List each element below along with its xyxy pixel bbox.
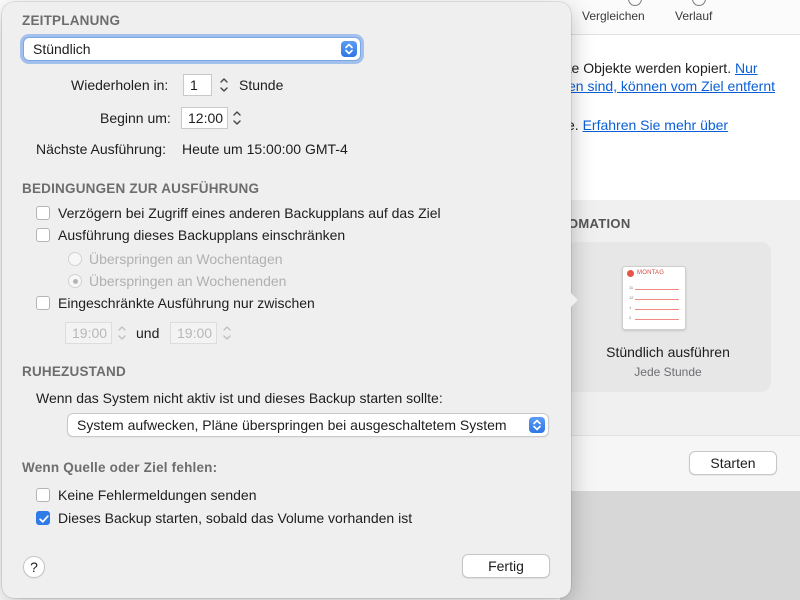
sleep-section-title: RUHEZUSTAND: [22, 364, 126, 379]
sleep-question: Wenn das System nicht aktiv ist und dies…: [36, 390, 443, 406]
from-time-stepper[interactable]: [115, 322, 128, 344]
next-run-value: Heute um 15:00:00 GMT-4: [182, 141, 348, 157]
conditions-section-title: BEDINGUNGEN ZUR AUSFÜHRUNG: [22, 181, 260, 196]
schedule-card-title: Stündlich ausführen: [606, 344, 730, 360]
toolbar-divider: [560, 34, 800, 35]
automation-section-title: OMATION: [568, 216, 631, 231]
history-tab[interactable]: Verlauf: [672, 0, 732, 34]
calendar-day-label: MONTAG: [637, 270, 665, 276]
skip-weekends-radio[interactable]: [68, 274, 82, 288]
delay-label: Verzögern bei Zugriff eines anderen Back…: [58, 205, 441, 221]
background-toolbar: Vergleichen Verlauf: [560, 0, 800, 34]
compare-tab-label: Vergleichen: [582, 9, 645, 23]
limited-checkbox[interactable]: [36, 296, 50, 310]
start-time-label: Beginn um:: [100, 110, 171, 126]
start-time-input[interactable]: 12:00: [181, 107, 228, 129]
help-button[interactable]: ?: [23, 556, 45, 578]
history-tab-icon: [692, 0, 706, 6]
delay-checkbox[interactable]: [36, 206, 50, 220]
schedule-card-subtitle: Jede Stunde: [634, 365, 702, 379]
skip-weekdays-radio[interactable]: [68, 252, 82, 266]
repeat-stepper[interactable]: [217, 74, 230, 96]
frequency-select[interactable]: Stündlich: [23, 37, 361, 61]
no-errors-checkbox[interactable]: [36, 488, 50, 502]
description-link-2[interactable]: en sind, können vom Ziel entfernt: [568, 78, 775, 94]
compare-tab-icon: [628, 0, 642, 6]
start-on-volume-label: Dieses Backup starten, sobald das Volume…: [58, 510, 413, 526]
background-bottom-area: [560, 491, 800, 600]
start-on-volume-checkbox[interactable]: [36, 511, 50, 525]
description-link-1[interactable]: Nur: [735, 60, 758, 76]
skip-weekends-label: Überspringen an Wochenenden: [89, 273, 287, 289]
sleep-option-select[interactable]: System aufwecken, Pläne überspringen bei…: [67, 413, 549, 437]
to-time-stepper[interactable]: [220, 322, 233, 344]
history-tab-label: Verlauf: [675, 9, 713, 23]
restrict-checkbox[interactable]: [36, 228, 50, 242]
next-run-label: Nächste Ausführung:: [36, 141, 166, 157]
popover-arrow: [566, 288, 578, 312]
repeat-label: Wiederholen in:: [71, 77, 169, 93]
skip-weekdays-label: Überspringen an Wochentagen: [89, 251, 283, 267]
schedule-popover: ZEITPLANUNG Stündlich Wiederholen in: 1 …: [2, 2, 571, 598]
start-time-stepper[interactable]: [230, 107, 243, 129]
frequency-select-value: Stündlich: [33, 41, 91, 57]
repeat-unit-label: Stunde: [239, 77, 284, 93]
description-text-1: rte Objekte werden kopiert.: [563, 60, 735, 76]
description-line-3: e. Erfahren Sie mehr über: [567, 117, 728, 133]
description-line-2: en sind, können vom Ziel entfernt: [568, 78, 775, 94]
restrict-label: Ausführung dieses Backupplans einschränk…: [58, 227, 346, 243]
chevron-updown-icon: [529, 417, 545, 433]
learn-more-link[interactable]: Erfahren Sie mehr über: [583, 117, 729, 133]
from-time-input[interactable]: 19:00: [65, 322, 112, 344]
compare-tab[interactable]: Vergleichen: [580, 0, 660, 34]
checkmark-icon: [39, 515, 49, 523]
done-button[interactable]: Fertig: [462, 554, 550, 578]
repeat-input[interactable]: 1: [183, 74, 212, 96]
schedule-section-title: ZEITPLANUNG: [22, 13, 121, 28]
description-line-1: rte Objekte werden kopiert. Nur: [563, 60, 758, 76]
sleep-option-value: System aufwecken, Pläne überspringen bei…: [77, 417, 507, 433]
missing-section-title: Wenn Quelle oder Ziel fehlen:: [22, 460, 218, 475]
chevron-updown-icon: [341, 41, 357, 57]
and-label: und: [136, 325, 160, 341]
start-button[interactable]: Starten: [689, 451, 777, 475]
to-time-input[interactable]: 19:00: [170, 322, 217, 344]
limited-label: Eingeschränkte Ausführung nur zwischen: [58, 295, 315, 311]
calendar-icon: MONTAG 11 12 1 2: [622, 266, 686, 330]
no-errors-label: Keine Fehlermeldungen senden: [58, 487, 257, 503]
